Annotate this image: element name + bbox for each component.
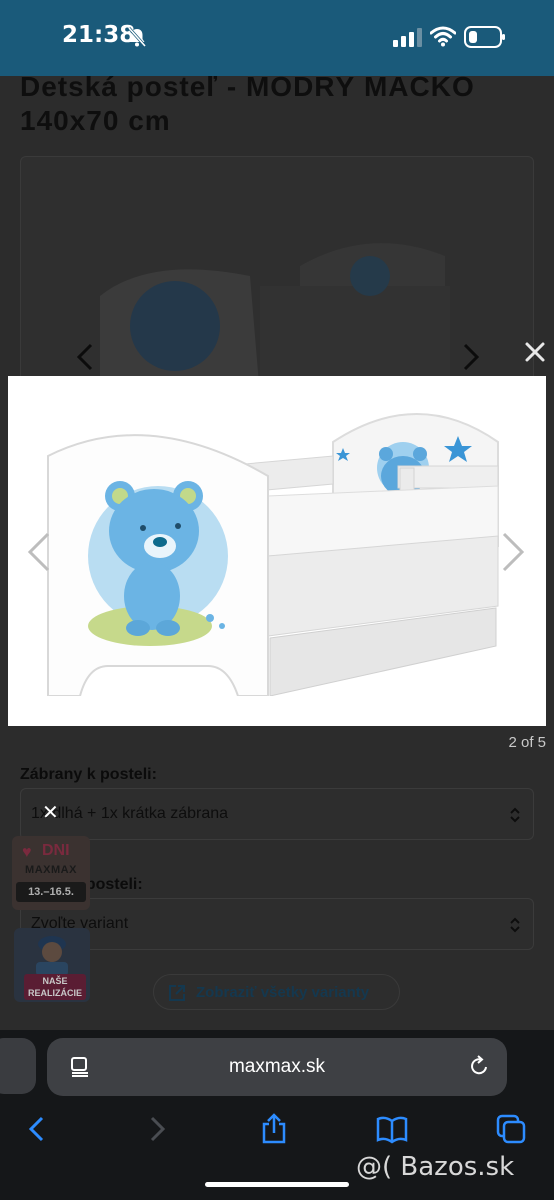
- worker-icon: [36, 936, 68, 976]
- back-icon[interactable]: [20, 1112, 54, 1146]
- select-suplik[interactable]: Zvoľte variant: [20, 898, 534, 950]
- home-indicator[interactable]: [205, 1182, 349, 1187]
- close-icon[interactable]: [523, 340, 547, 364]
- status-bar: 21:38: [0, 0, 554, 76]
- modal-image: [8, 376, 546, 726]
- address-bar[interactable]: maxmax.sk: [47, 1038, 507, 1096]
- watermark: @( Bazos.sk: [356, 1152, 515, 1182]
- tabs-icon[interactable]: [494, 1112, 528, 1146]
- battery-icon: [464, 26, 505, 48]
- page-title: Detská posteľ - MODRÝ MACKO 140x70 cm: [20, 76, 475, 136]
- status-time: 21:38: [62, 22, 136, 48]
- bed-image: [47, 413, 499, 696]
- modal-prev-icon[interactable]: [24, 532, 54, 572]
- promo-dates: 13.–16.5.: [16, 882, 86, 902]
- promo-dni-text: DNI: [42, 842, 70, 859]
- field-label-zabrany: Zábrany k posteli:: [20, 766, 157, 783]
- chevron-updown-icon: [510, 917, 520, 933]
- chevron-updown-icon: [510, 807, 520, 823]
- previous-tab-pill[interactable]: [0, 1038, 36, 1094]
- select-zabrany-value: 1x dlhá + 1x krátka zábrana: [31, 805, 229, 822]
- promo-brand: MAXMAX: [25, 864, 77, 876]
- browser-toolbar: maxmax.sk @( Bazos.sk: [0, 1030, 554, 1200]
- reload-icon[interactable]: [467, 1054, 491, 1078]
- promo-dni-badge[interactable]: ♥ DNI MAXMAX 13.–16.5.: [12, 836, 90, 910]
- heart-icon: ♥: [22, 844, 32, 861]
- forward-icon[interactable]: [140, 1112, 174, 1146]
- share-icon[interactable]: [257, 1112, 291, 1146]
- show-variants-label: Zobraziť všetky varianty: [196, 984, 370, 1001]
- url-text: maxmax.sk: [228, 1056, 326, 1077]
- gallery-prev-icon[interactable]: [74, 342, 98, 372]
- bookmarks-icon[interactable]: [375, 1112, 409, 1146]
- gallery-thumbnail: [100, 243, 450, 396]
- bell-slash-icon: [127, 27, 147, 47]
- wifi-icon: [430, 26, 456, 47]
- external-link-icon: [169, 985, 185, 1001]
- gallery-next-icon[interactable]: [458, 342, 482, 372]
- signal-icon: [393, 28, 422, 47]
- promo-realizacie-label: NAŠE REALIZÁCIE: [24, 974, 86, 1000]
- select-zabrany[interactable]: 1x dlhá + 1x krátka zábrana: [20, 788, 534, 840]
- promo-close-button[interactable]: ✕: [42, 800, 59, 825]
- show-variants-button[interactable]: Zobraziť všetky varianty: [153, 974, 400, 1010]
- gallery-counter: 2 of 5: [508, 734, 546, 751]
- modal-next-icon[interactable]: [498, 532, 528, 572]
- promo-realizacie-badge[interactable]: NAŠE REALIZÁCIE: [14, 928, 90, 1002]
